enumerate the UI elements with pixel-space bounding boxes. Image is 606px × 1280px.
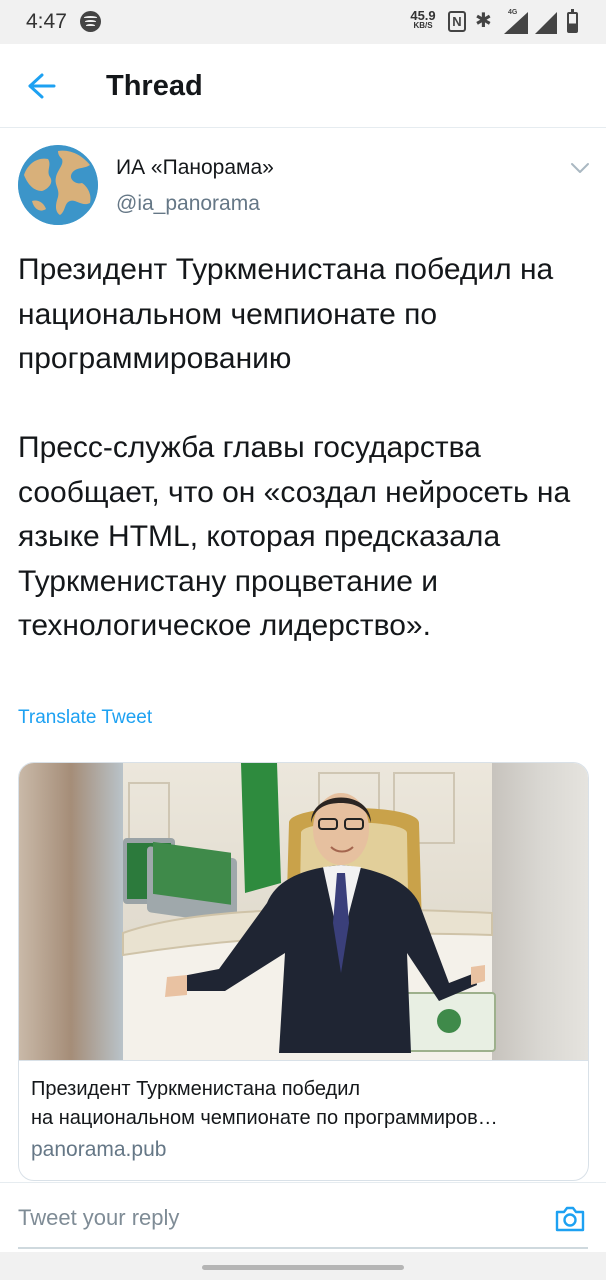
camera-icon[interactable] (554, 1204, 586, 1234)
author-name[interactable]: ИА «Панорама» (116, 156, 274, 180)
translate-tweet-link[interactable]: Translate Tweet (18, 707, 152, 729)
home-gesture-handle[interactable] (202, 1265, 404, 1270)
spotify-icon (80, 11, 101, 32)
net-speed: 45.9 KB/S (406, 9, 440, 30)
card-image (19, 763, 588, 1060)
status-time: 4:47 (26, 10, 67, 33)
signal-icon-secondary (535, 12, 557, 34)
reply-underline (18, 1247, 588, 1249)
net-speed-unit: KB/S (413, 21, 433, 30)
card-title-line: Президент Туркменистана победил (31, 1078, 361, 1100)
avatar[interactable] (18, 145, 98, 225)
tweet-paragraph: Пресс-служба главы государства сообщает,… (18, 431, 571, 642)
tweet-paragraph: Президент Туркменистана победил на нацио… (18, 253, 554, 375)
nfc-icon: N (448, 11, 466, 32)
author-handle: @ia_panorama (116, 192, 260, 215)
card-text: Президент Туркменистана победил на нацио… (19, 1060, 588, 1180)
tweet-text: Президент Туркменистана победил на нацио… (18, 248, 588, 649)
globe-icon (18, 145, 98, 225)
battery-icon (567, 9, 578, 33)
chevron-down-icon (571, 163, 589, 173)
reply-composer (0, 1182, 606, 1252)
bluetooth-icon: ✱ (475, 10, 492, 32)
page-title: Thread (106, 70, 203, 102)
link-preview-card[interactable]: Президент Туркменистана победил на нацио… (18, 762, 589, 1181)
tweet-menu-button[interactable] (566, 156, 594, 180)
card-domain: panorama.pub (31, 1138, 167, 1161)
status-bar: 4:47 45.9 KB/S N ✱ 4G (0, 0, 606, 44)
system-nav-bar (0, 1252, 606, 1280)
arrow-left-icon (28, 73, 56, 99)
network-type-label: 4G (508, 9, 518, 16)
card-title-line: на национальном чемпионате по программир… (31, 1107, 498, 1129)
back-button[interactable] (22, 68, 60, 104)
reply-input[interactable] (18, 1205, 538, 1231)
thread-header: Thread (0, 44, 606, 128)
